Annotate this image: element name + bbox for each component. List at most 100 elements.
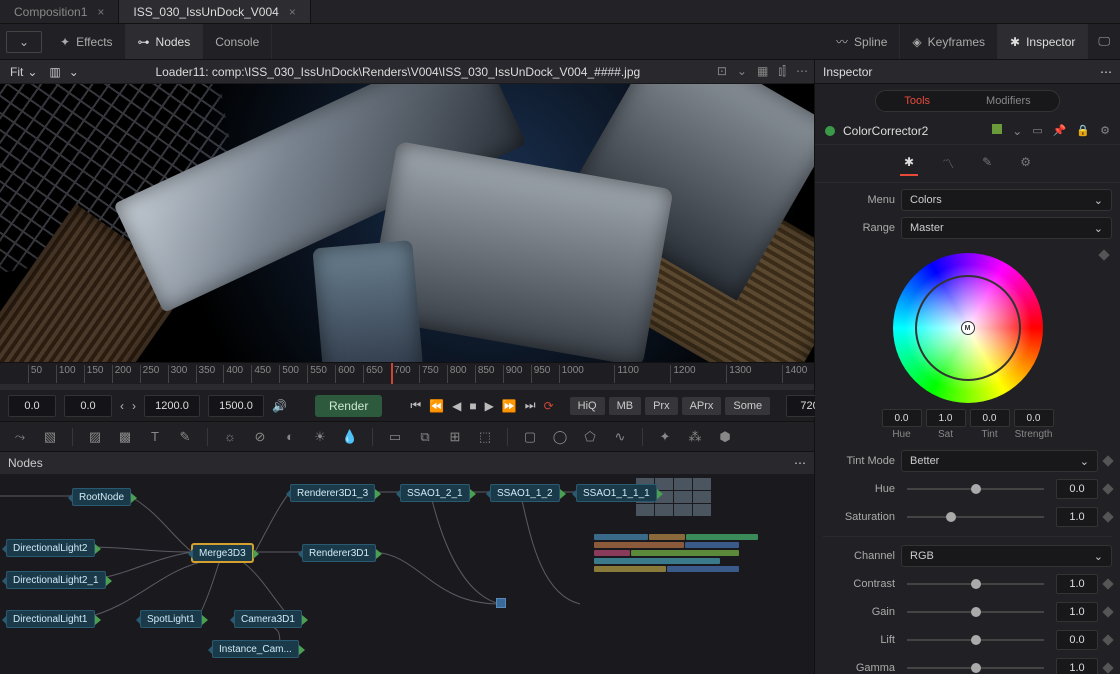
tintmode-keyframe-icon[interactable]: [1102, 455, 1113, 466]
matte-tool-icon[interactable]: ▭: [383, 425, 407, 449]
gamma-value-field[interactable]: [1056, 658, 1098, 674]
tools-pill[interactable]: Tools: [876, 91, 958, 111]
settings-icon[interactable]: ⚙: [1100, 124, 1110, 138]
render-button[interactable]: Render: [315, 395, 382, 417]
step-fwd-icon[interactable]: ›: [132, 395, 136, 417]
node-camera3d1[interactable]: Camera3D1: [234, 610, 302, 628]
saturation-keyframe-icon[interactable]: [1102, 511, 1113, 522]
node-directionallight1[interactable]: DirectionalLight1: [6, 610, 95, 628]
gain-value-field[interactable]: [1056, 602, 1098, 622]
3d-tool-icon[interactable]: ⬢: [713, 425, 737, 449]
background-tool-icon[interactable]: ▧: [38, 425, 62, 449]
options-icon[interactable]: ⋯: [796, 64, 808, 79]
quality-badge-hiq[interactable]: HiQ: [570, 397, 605, 415]
viewer-aspect-icon[interactable]: ▥: [49, 65, 60, 79]
monitor-icon[interactable]: 🖵: [1088, 24, 1120, 59]
correction-subtab-icon[interactable]: ✱: [900, 151, 918, 176]
quality-badge-mb[interactable]: MB: [609, 397, 642, 415]
prender-tool-icon[interactable]: ⁂: [683, 425, 707, 449]
channelbool-tool-icon[interactable]: ⊘: [248, 425, 272, 449]
merge-tool-icon[interactable]: ⧉: [413, 425, 437, 449]
keyframes-tab[interactable]: ◈ Keyframes: [900, 24, 998, 59]
node-ssao1_2_1[interactable]: SSAO1_2_1: [400, 484, 470, 502]
node-ssao1_1_2[interactable]: SSAO1_1_2: [490, 484, 560, 502]
node-instance_cam...[interactable]: Instance_Cam...: [212, 640, 299, 658]
hue-keyframe-icon[interactable]: [1102, 483, 1113, 494]
mask-bspline-icon[interactable]: ∿: [608, 425, 632, 449]
close-tab-icon[interactable]: ×: [97, 5, 104, 19]
saturation-value-field[interactable]: [1056, 507, 1098, 527]
hue-value-field[interactable]: [1056, 479, 1098, 499]
document-tab[interactable]: Composition1×: [0, 0, 119, 23]
enable-toggle-icon[interactable]: [825, 126, 835, 136]
hue-value-field[interactable]: [882, 409, 922, 427]
step-back-icon[interactable]: ‹: [120, 395, 124, 417]
viewer-canvas[interactable]: [0, 84, 814, 362]
loop-icon[interactable]: ⟳: [544, 395, 554, 417]
lift-slider[interactable]: [901, 629, 1050, 651]
color-tag-icon[interactable]: [992, 124, 1002, 134]
hue-slider[interactable]: [901, 478, 1050, 500]
viewlayout-dropdown[interactable]: ⌄: [6, 31, 42, 53]
colorcorrect-tool-icon[interactable]: ◐: [278, 425, 302, 449]
saturation-slider[interactable]: [901, 506, 1050, 528]
strength-value-field[interactable]: [1014, 409, 1054, 427]
go-start-icon[interactable]: ⏮: [410, 395, 421, 417]
close-tab-icon[interactable]: ×: [289, 5, 296, 19]
modifiers-pill[interactable]: Modifiers: [958, 91, 1059, 111]
gamma-slider[interactable]: [901, 657, 1050, 674]
out-frame-field[interactable]: [144, 395, 200, 417]
tint-value-field[interactable]: [970, 409, 1010, 427]
text-tool-icon[interactable]: T: [143, 425, 167, 449]
mask-poly-icon[interactable]: ⬠: [578, 425, 602, 449]
roi-icon[interactable]: ▦: [757, 64, 768, 79]
stop-icon[interactable]: ■: [469, 395, 476, 417]
quality-badge-prx[interactable]: Prx: [645, 397, 678, 415]
console-tab[interactable]: Console: [203, 24, 272, 59]
fast-back-icon[interactable]: ⏪: [429, 395, 444, 417]
node-rootnode[interactable]: RootNode: [72, 488, 131, 506]
range-select[interactable]: Master⌄: [901, 217, 1112, 239]
channel-select[interactable]: RGB⌄: [901, 545, 1112, 567]
menu-select[interactable]: Colors⌄: [901, 189, 1112, 211]
contrast-keyframe-icon[interactable]: [1102, 578, 1113, 589]
in-frame-field[interactable]: [64, 395, 112, 417]
document-tab[interactable]: ISS_030_IssUnDock_V004×: [119, 0, 310, 23]
particles-tool-icon[interactable]: ✦: [653, 425, 677, 449]
color-wheel[interactable]: M: [893, 253, 1043, 403]
pin-icon[interactable]: 📌: [1053, 124, 1067, 138]
mask-ellipse-icon[interactable]: ◯: [548, 425, 572, 449]
nodes-options-icon[interactable]: ⋯: [794, 456, 806, 470]
nodes-tab[interactable]: ⊶ Nodes: [126, 24, 204, 59]
timeline-ruler[interactable]: 5010015020025030035040045050055060065070…: [0, 362, 814, 384]
gamma-keyframe-icon[interactable]: [1102, 662, 1113, 673]
viewer-layers-icon[interactable]: ⌄: [69, 65, 79, 79]
fastnoise-tool-icon[interactable]: ▨: [83, 425, 107, 449]
contrast-slider[interactable]: [901, 573, 1050, 595]
node-ssao1_1_1_1[interactable]: SSAO1_1_1_1: [576, 484, 657, 502]
lift-value-field[interactable]: [1056, 630, 1098, 650]
gain-slider[interactable]: [901, 601, 1050, 623]
plasma-tool-icon[interactable]: ▩: [113, 425, 137, 449]
fit-dropdown[interactable]: Fit⌄: [6, 65, 41, 79]
effects-tab[interactable]: ✦ Effects: [48, 24, 126, 59]
quality-badge-aprx[interactable]: APrx: [682, 397, 722, 415]
sat-value-field[interactable]: [926, 409, 966, 427]
playhead[interactable]: [391, 363, 393, 384]
node-graph[interactable]: RootNode DirectionalLight2 DirectionalLigh…: [0, 474, 814, 674]
wheel-keyframe-icon[interactable]: [1098, 249, 1109, 260]
huecurves-tool-icon[interactable]: ☀: [308, 425, 332, 449]
inspector-options-icon[interactable]: ⋯: [1100, 65, 1112, 79]
lift-keyframe-icon[interactable]: [1102, 634, 1113, 645]
flow-dot[interactable]: [496, 598, 506, 608]
levels-subtab-icon[interactable]: 〽: [938, 151, 958, 176]
node-merge3d3[interactable]: Merge3D3: [192, 544, 253, 562]
resize-tool-icon[interactable]: ⬚: [473, 425, 497, 449]
split-icon[interactable]: ⫾⫿: [778, 64, 786, 79]
flow-tool-icon[interactable]: ⤳: [8, 425, 32, 449]
node-directionallight2[interactable]: DirectionalLight2: [6, 539, 95, 557]
node-renderer3d1_3[interactable]: Renderer3D1_3: [290, 484, 375, 502]
common-subtab-icon[interactable]: ⚙: [1016, 151, 1035, 176]
fast-fwd-icon[interactable]: ⏩: [502, 395, 517, 417]
spline-tab[interactable]: 〰 Spline: [824, 24, 900, 59]
